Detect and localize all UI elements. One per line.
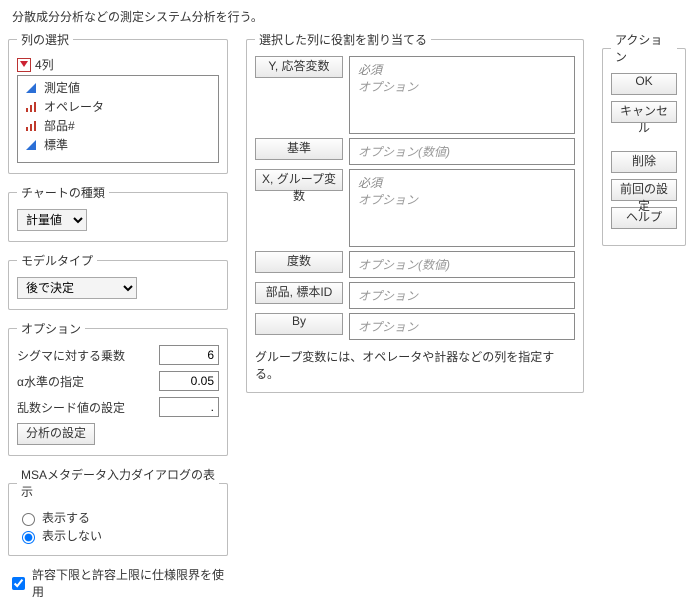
remove-button[interactable]: 削除 (611, 151, 677, 173)
role-freq-button[interactable]: 度数 (255, 251, 343, 273)
roles-group: 選択した列に役割を割り当てる Y, 応答変数 必須 オプション 基準 オプション… (246, 31, 584, 393)
roles-legend: 選択した列に役割を割り当てる (255, 31, 431, 48)
column-select-group: 列の選択 4列 測定値 オペレータ (8, 31, 228, 174)
list-item[interactable]: 標準 (18, 135, 218, 154)
placeholder-required: 必須 (358, 61, 566, 78)
model-type-legend: モデルタイプ (17, 252, 97, 269)
msa-meta-group: MSAメタデータ入力ダイアログの表示 表示する 表示しない (8, 466, 228, 556)
ok-button[interactable]: OK (611, 73, 677, 95)
placeholder-optional: オプション (358, 287, 566, 304)
placeholder-required: 必須 (358, 174, 566, 191)
spec-limits-checkbox[interactable] (12, 577, 25, 590)
alpha-input[interactable] (159, 371, 219, 391)
seed-input[interactable] (159, 397, 219, 417)
role-y-box[interactable]: 必須 オプション (349, 56, 575, 134)
msa-meta-legend: MSAメタデータ入力ダイアログの表示 (17, 466, 219, 500)
options-group: オプション シグマに対する乗数 α水準の指定 乱数シード値の設定 分析の設定 (8, 320, 228, 456)
role-by-button[interactable]: By (255, 313, 343, 335)
actions-legend: アクション (611, 31, 677, 65)
dialog-description: 分散成分分析などの測定システム分析を行う。 (12, 8, 685, 25)
role-x-box[interactable]: 必須 オプション (349, 169, 575, 247)
analysis-settings-button[interactable]: 分析の設定 (17, 423, 95, 445)
chart-type-select[interactable]: 計量値 (17, 209, 87, 231)
list-item-label: 部品# (44, 117, 75, 134)
nominal-icon (24, 119, 38, 133)
sigma-label: シグマに対する乗数 (17, 347, 125, 364)
placeholder-optional-num: オプション(数値) (358, 256, 566, 273)
list-item-label: オペレータ (44, 98, 104, 115)
list-item[interactable]: 測定値 (18, 78, 218, 97)
spec-limits-label: 許容下限と許容上限に仕様限界を使用 (32, 566, 228, 600)
role-by-box[interactable]: オプション (349, 313, 575, 340)
model-type-group: モデルタイプ 後で決定 (8, 252, 228, 310)
role-y-button[interactable]: Y, 応答変数 (255, 56, 343, 78)
role-standard-box[interactable]: オプション(数値) (349, 138, 575, 165)
placeholder-optional: オプション (358, 78, 566, 95)
list-item-label: 標準 (44, 136, 68, 153)
nominal-icon (24, 100, 38, 114)
recall-button[interactable]: 前回の設定 (611, 179, 677, 201)
actions-group: アクション OK キャンセル 削除 前回の設定 ヘルプ (602, 31, 686, 246)
msa-show-radio[interactable] (22, 513, 35, 526)
placeholder-optional: オプション (358, 191, 566, 208)
list-item-label: 測定値 (44, 79, 80, 96)
msa-hide-radio[interactable] (22, 531, 35, 544)
chart-type-group: チャートの種類 計量値 (8, 184, 228, 242)
role-partid-button[interactable]: 部品, 標本ID (255, 282, 343, 304)
placeholder-optional-num: オプション(数値) (358, 143, 566, 160)
alpha-label: α水準の指定 (17, 373, 84, 390)
column-count: 4列 (35, 56, 54, 73)
continuous-icon (24, 81, 38, 95)
help-button[interactable]: ヘルプ (611, 207, 677, 229)
column-select-legend: 列の選択 (17, 31, 73, 48)
roles-hint: グループ変数には、オペレータや計器などの列を指定する。 (255, 348, 575, 382)
placeholder-optional: オプション (358, 318, 566, 335)
role-freq-box[interactable]: オプション(数値) (349, 251, 575, 278)
msa-show-label: 表示する (42, 509, 90, 526)
sigma-input[interactable] (159, 345, 219, 365)
chart-type-legend: チャートの種類 (17, 184, 109, 201)
cancel-button[interactable]: キャンセル (611, 101, 677, 123)
list-item[interactable]: オペレータ (18, 97, 218, 116)
list-item[interactable]: 部品# (18, 116, 218, 135)
model-type-select[interactable]: 後で決定 (17, 277, 137, 299)
continuous-icon (24, 138, 38, 152)
options-legend: オプション (17, 320, 85, 337)
seed-label: 乱数シード値の設定 (17, 399, 125, 416)
column-list[interactable]: 測定値 オペレータ 部品# (17, 75, 219, 163)
role-x-button[interactable]: X, グループ変数 (255, 169, 343, 191)
role-standard-button[interactable]: 基準 (255, 138, 343, 160)
column-menu-button[interactable] (17, 58, 31, 72)
msa-hide-label: 表示しない (42, 527, 102, 544)
role-partid-box[interactable]: オプション (349, 282, 575, 309)
